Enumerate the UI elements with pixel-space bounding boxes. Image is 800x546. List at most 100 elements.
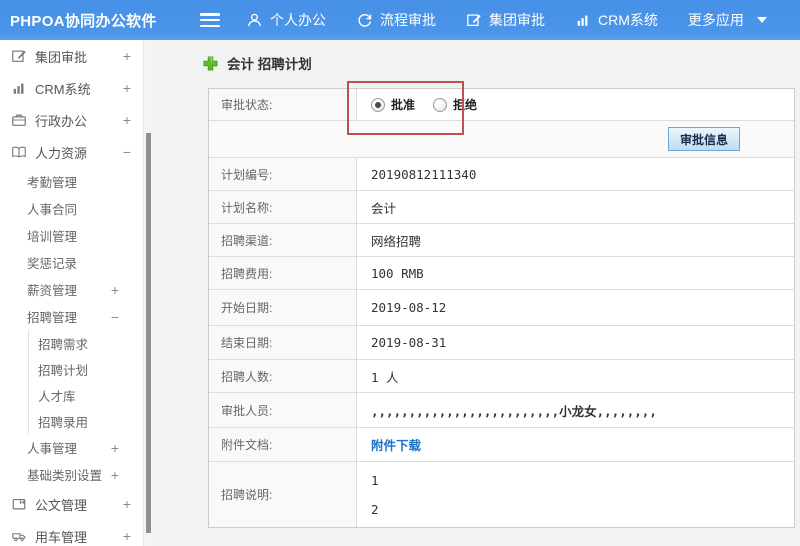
sidebar-item-label: 薪资管理 [27, 284, 78, 298]
sidebar-item-talent-pool[interactable]: 人才库 [0, 382, 153, 408]
sidebar-item-training[interactable]: 培训管理 [0, 222, 153, 249]
field-label: 招聘费用: [209, 257, 357, 289]
nav-label: 更多应用 [687, 12, 744, 28]
field-value-cell: 附件下载 [357, 428, 794, 461]
sidebar-menu: 集团审批 + CRM系统 + 行政办公 + 人力资源 − 考勤管理 人事合同 培… [0, 40, 153, 546]
table-row-recruit-channel: 招聘渠道: 网络招聘 [209, 224, 794, 257]
expand-toggle[interactable]: + [111, 467, 119, 483]
page-title-text: 会计 招聘计划 [227, 57, 312, 72]
description-line: 2 [371, 501, 379, 517]
sidebar-item-label: 基础类别设置 [27, 469, 103, 483]
reject-radio[interactable] [433, 97, 448, 112]
chart-icon [575, 12, 591, 28]
field-value: 1 人 [371, 369, 399, 385]
description-line: 1 [371, 472, 379, 488]
sidebar-scrollbar-thumb[interactable] [146, 133, 151, 533]
sidebar-item-recruit-hire[interactable]: 招聘录用 [0, 408, 153, 434]
sidebar-item-label: 公文管理 [35, 497, 88, 513]
button-cell: 审批信息 [209, 121, 794, 157]
sidebar-item-recruit-demand[interactable]: 招聘需求 [0, 330, 153, 356]
sidebar-scrollbar-track[interactable] [143, 40, 153, 546]
table-row-recruit-description: 招聘说明: 1 2 [209, 462, 794, 527]
field-label: 计划名称: [209, 191, 357, 223]
sidebar-item-label: 招聘管理 [27, 311, 78, 325]
field-value: 网络招聘 [371, 233, 422, 249]
sidebar-item-recruit-mgmt[interactable]: 招聘管理 − [0, 303, 153, 330]
edit-icon [11, 48, 27, 64]
nav-personal-office[interactable]: 个人办公 [246, 10, 326, 30]
field-value: 会计 [371, 200, 397, 216]
sidebar-item-label: 招聘需求 [38, 337, 89, 352]
sidebar-item-hr-contract[interactable]: 人事合同 [0, 195, 153, 222]
approval-info-button[interactable]: 审批信息 [667, 127, 740, 151]
sidebar-item-label: 人才库 [38, 389, 76, 404]
sidebar-item-label: 用车管理 [35, 529, 88, 545]
book-icon [11, 144, 27, 160]
table-row-approval-status: 审批状态: 批准 拒绝 [209, 89, 794, 121]
field-label: 附件文档: [209, 428, 357, 461]
field-label: 招聘说明: [209, 462, 357, 527]
sidebar-item-label: 招聘录用 [38, 415, 89, 430]
sidebar-item-hr[interactable]: 人力资源 − [0, 136, 153, 168]
sidebar-item-group-approval[interactable]: 集团审批 + [0, 40, 153, 72]
field-label: 招聘渠道: [209, 224, 357, 256]
sidebar-item-label: 考勤管理 [27, 176, 78, 190]
top-bar: PHPOA协同办公软件 个人办公 流程审批 集团审批 CRM系统 更多应用 [0, 0, 800, 40]
field-value: 2019-08-31 [371, 335, 447, 350]
sidebar-item-vehicle-mgmt[interactable]: 用车管理 + [0, 520, 153, 546]
table-row-recruit-cost: 招聘费用: 100 RMB [209, 257, 794, 290]
sidebar-item-label: 集团审批 [35, 49, 88, 65]
nav-process-approval[interactable]: 流程审批 [356, 10, 436, 30]
sidebar-item-label: 人力资源 [35, 145, 88, 161]
field-value-multiline: 1 2 [357, 462, 794, 527]
sidebar: 集团审批 + CRM系统 + 行政办公 + 人力资源 − 考勤管理 人事合同 培… [0, 40, 153, 546]
app-logo: PHPOA协同办公软件 [10, 12, 157, 30]
recruit-plan-detail-table: 审批状态: 批准 拒绝 审批信息 计划编号: 20190812111340 计划… [208, 88, 795, 528]
nav-more-apps[interactable]: 更多应用 [688, 10, 767, 30]
sidebar-item-label: 行政办公 [35, 113, 88, 129]
expand-toggle[interactable]: + [111, 440, 119, 456]
sidebar-item-base-category[interactable]: 基础类别设置 + [0, 461, 153, 488]
expand-toggle[interactable]: + [123, 48, 131, 64]
edit-icon [466, 12, 482, 28]
sidebar-item-recruit-plan[interactable]: 招聘计划 [0, 356, 153, 382]
approve-radio-label: 批准 [391, 98, 416, 112]
field-label: 计划编号: [209, 158, 357, 190]
field-label: 开始日期: [209, 290, 357, 325]
sidebar-item-admin-office[interactable]: 行政办公 + [0, 104, 153, 136]
attachment-download-link[interactable]: 附件下载 [371, 435, 421, 454]
nav-group-approval[interactable]: 集团审批 [466, 10, 545, 30]
reject-radio-label: 拒绝 [453, 98, 478, 112]
expand-toggle[interactable]: + [123, 528, 131, 544]
field-value: ,,,,,,,,,,,,,,,,,,,,,,,,,小龙女,,,,,,,, [371, 403, 657, 419]
table-row-plan-number: 计划编号: 20190812111340 [209, 158, 794, 191]
sidebar-item-salary[interactable]: 薪资管理 + [0, 276, 153, 303]
main-content: 会计 招聘计划 审批状态: 批准 拒绝 审批信息 计划编号: 201908121… [153, 40, 800, 546]
sidebar-item-label: 人事合同 [27, 203, 78, 217]
table-row-attachment: 附件文档: 附件下载 [209, 428, 794, 462]
plus-icon [203, 55, 218, 71]
nav-crm-system[interactable]: CRM系统 [575, 10, 658, 30]
approve-radio[interactable] [371, 97, 385, 112]
collapse-toggle[interactable]: − [111, 309, 119, 325]
sidebar-item-crm[interactable]: CRM系统 + [0, 72, 153, 104]
sidebar-item-document-mgmt[interactable]: 公文管理 + [0, 488, 153, 520]
nav-label: 流程审批 [380, 12, 436, 28]
chart-icon [11, 80, 27, 96]
expand-toggle[interactable]: + [111, 282, 119, 298]
sidebar-item-rewards-records[interactable]: 奖惩记录 [0, 249, 153, 276]
collapse-toggle[interactable]: − [123, 144, 131, 160]
sidebar-item-label: CRM系统 [35, 81, 91, 97]
field-label: 审批状态: [209, 89, 357, 120]
expand-toggle[interactable]: + [123, 80, 131, 96]
sidebar-item-label: 人事管理 [27, 442, 78, 456]
sidebar-item-attendance[interactable]: 考勤管理 [0, 168, 153, 195]
expand-toggle[interactable]: + [123, 112, 131, 128]
app-window: PHPOA协同办公软件 个人办公 流程审批 集团审批 CRM系统 更多应用 集团… [0, 0, 800, 546]
expand-toggle[interactable]: + [123, 496, 131, 512]
field-label: 审批人员: [209, 393, 357, 427]
sidebar-item-personnel-mgmt[interactable]: 人事管理 + [0, 434, 153, 461]
approval-radio-group: 批准 拒绝 [357, 89, 794, 120]
field-value: 100 RMB [371, 265, 424, 281]
hamburger-menu-icon[interactable] [200, 13, 220, 27]
